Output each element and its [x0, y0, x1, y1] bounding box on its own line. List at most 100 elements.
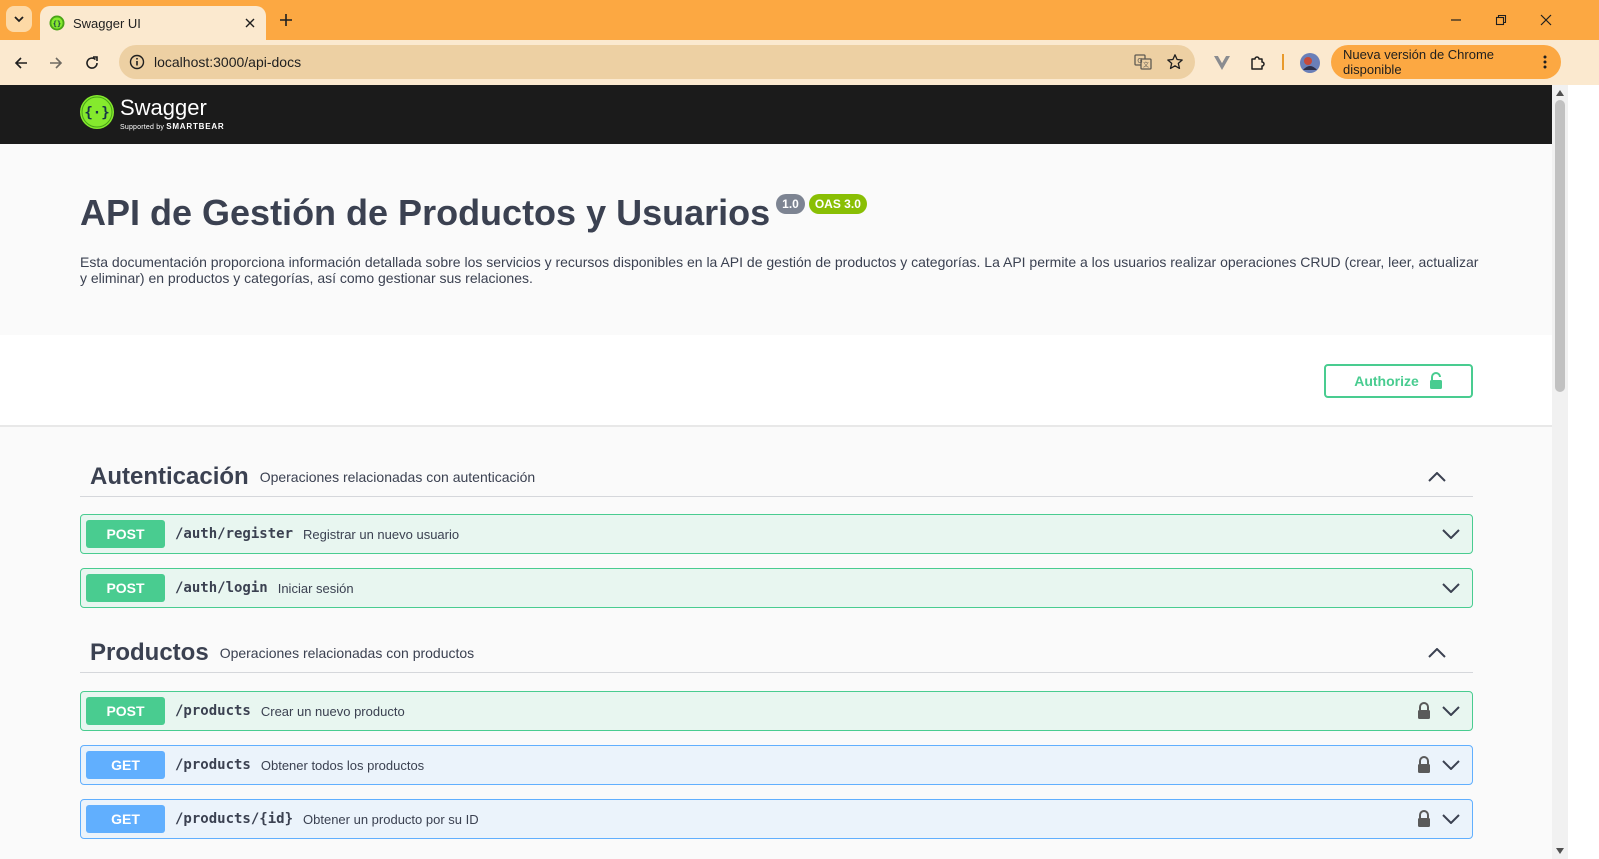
- browser-tab-bar: {} Swagger UI: [0, 0, 1599, 40]
- bookmark-button[interactable]: [1163, 50, 1187, 74]
- address-bar[interactable]: localhost:3000/api-docs G文: [119, 45, 1195, 79]
- vue-devtools-icon: [1214, 56, 1230, 70]
- oas-badge: OAS 3.0: [808, 194, 867, 214]
- method-badge: POST: [86, 574, 165, 602]
- tag-header-productos[interactable]: Productos Operaciones relacionadas con p…: [80, 633, 1473, 673]
- method-badge: POST: [86, 520, 165, 548]
- operation-summary: Obtener todos los productos: [260, 757, 425, 773]
- operation-get-products[interactable]: GET /products Obtener todos los producto…: [80, 745, 1473, 785]
- lock-icon: [1418, 702, 1430, 719]
- tag-collapse-button[interactable]: [1425, 641, 1449, 665]
- extension-vue-button[interactable]: [1210, 51, 1234, 75]
- tag-name: Autenticación: [90, 462, 249, 490]
- restore-icon: [1495, 14, 1507, 26]
- authorization-lock-button[interactable]: [1414, 755, 1434, 775]
- version-badge: 1.0: [776, 194, 805, 214]
- close-window-button[interactable]: [1536, 10, 1556, 30]
- arrow-right-icon: [50, 57, 63, 69]
- swagger-logo-subtitle: Supported by SMARTBEAR: [120, 122, 225, 131]
- minimize-window-button[interactable]: [1446, 10, 1466, 30]
- method-badge: GET: [86, 805, 165, 833]
- authorization-lock-button[interactable]: [1414, 809, 1434, 829]
- operation-expand-button[interactable]: [1440, 754, 1462, 776]
- operations-section: Autenticación Operaciones relacionadas c…: [0, 427, 1552, 859]
- puzzle-icon: [1251, 56, 1265, 70]
- swagger-logo-name: Swagger: [120, 95, 207, 120]
- operation-path: /products/{id}: [175, 811, 294, 827]
- scroll-down-arrow[interactable]: [1556, 847, 1564, 855]
- tag-header-autenticacion[interactable]: Autenticación Operaciones relacionadas c…: [80, 457, 1473, 497]
- operation-expand-button[interactable]: [1440, 808, 1462, 830]
- operation-get-product-by-id[interactable]: GET /products/{id} Obtener un producto p…: [80, 799, 1473, 839]
- unlock-icon: [1429, 372, 1442, 389]
- translate-button[interactable]: G文: [1131, 50, 1155, 74]
- reload-button[interactable]: [80, 51, 104, 75]
- chevron-down-icon: [1442, 814, 1460, 824]
- authorize-button[interactable]: Authorize: [1324, 364, 1473, 398]
- operation-expand-button[interactable]: [1440, 523, 1462, 545]
- avatar-icon: [1300, 53, 1320, 73]
- tag-collapse-button[interactable]: [1425, 465, 1449, 489]
- restore-window-button[interactable]: [1491, 10, 1511, 30]
- operation-post-auth-register[interactable]: POST /auth/register Registrar un nuevo u…: [80, 514, 1473, 554]
- svg-text:{}: {}: [53, 20, 61, 28]
- tag-description: Operaciones relacionadas con productos: [219, 644, 475, 661]
- more-menu-icon: [1535, 54, 1555, 70]
- operation-path: /auth/login: [175, 580, 268, 596]
- info-icon: [129, 54, 145, 70]
- chevron-down-icon: [1442, 760, 1460, 770]
- close-icon: [1540, 14, 1552, 26]
- chevron-down-icon: [1442, 706, 1460, 716]
- window-edge: [1568, 85, 1599, 859]
- swagger-logo-icon: {·}: [80, 95, 114, 129]
- site-info-button[interactable]: [125, 50, 149, 74]
- page-viewport: {·} Swagger Supported by SMARTBEAR API d…: [0, 85, 1552, 859]
- back-button[interactable]: [9, 51, 33, 75]
- page-scrollbar[interactable]: [1552, 85, 1568, 859]
- tab-search-button[interactable]: [6, 6, 32, 32]
- operation-summary: Iniciar sesión: [277, 580, 354, 596]
- tab-title: Swagger UI: [73, 15, 141, 31]
- scrollbar-thumb[interactable]: [1555, 100, 1565, 392]
- extensions-button[interactable]: [1246, 51, 1270, 75]
- api-description: Esta documentación proporciona informaci…: [80, 254, 1479, 286]
- svg-text:文: 文: [1143, 61, 1149, 69]
- svg-text:{·}: {·}: [84, 105, 109, 121]
- operation-summary: Crear un nuevo producto: [260, 703, 405, 719]
- browser-tab[interactable]: {} Swagger UI: [40, 6, 266, 40]
- tab-close-button[interactable]: [240, 13, 260, 33]
- translate-icon: G文: [1134, 54, 1152, 70]
- minimize-icon: [1451, 19, 1461, 21]
- browser-toolbar: localhost:3000/api-docs G文 Nueva versión…: [0, 40, 1599, 85]
- chevron-down-icon: [1442, 583, 1460, 593]
- operation-summary: Registrar un nuevo usuario: [303, 526, 460, 542]
- url-text[interactable]: localhost:3000/api-docs: [154, 54, 1131, 70]
- operation-post-auth-login[interactable]: POST /auth/login Iniciar sesión: [80, 568, 1473, 608]
- api-info-section: API de Gestión de Productos y Usuarios 1…: [0, 144, 1552, 335]
- tag-description: Operaciones relacionadas con autenticaci…: [259, 468, 536, 485]
- swagger-logo[interactable]: {·} Swagger Supported by SMARTBEAR: [80, 95, 230, 131]
- operation-summary: Obtener un producto por su ID: [303, 811, 479, 827]
- new-tab-button[interactable]: [276, 10, 296, 30]
- operation-post-products[interactable]: POST /products Crear un nuevo producto: [80, 691, 1473, 731]
- tag-name: Productos: [90, 638, 209, 666]
- scroll-up-arrow[interactable]: [1556, 89, 1564, 97]
- arrow-left-icon: [14, 57, 27, 69]
- lock-icon: [1418, 810, 1430, 827]
- scheme-container: Authorize: [0, 335, 1552, 427]
- operation-expand-button[interactable]: [1440, 700, 1462, 722]
- chevron-up-icon: [1428, 471, 1446, 482]
- operation-path: /auth/register: [175, 526, 294, 542]
- star-icon: [1167, 54, 1183, 70]
- operation-expand-button[interactable]: [1440, 577, 1462, 599]
- swagger-favicon-icon: {}: [49, 15, 65, 31]
- method-badge: GET: [86, 751, 165, 779]
- authorization-lock-button[interactable]: [1414, 701, 1434, 721]
- method-badge: POST: [86, 697, 165, 725]
- chrome-update-button[interactable]: Nueva versión de Chrome disponible: [1331, 45, 1561, 79]
- profile-avatar[interactable]: [1298, 51, 1322, 75]
- svg-text:G: G: [1137, 57, 1142, 65]
- chevron-down-icon: [1442, 529, 1460, 539]
- reload-icon: [86, 56, 98, 69]
- forward-button[interactable]: [44, 51, 68, 75]
